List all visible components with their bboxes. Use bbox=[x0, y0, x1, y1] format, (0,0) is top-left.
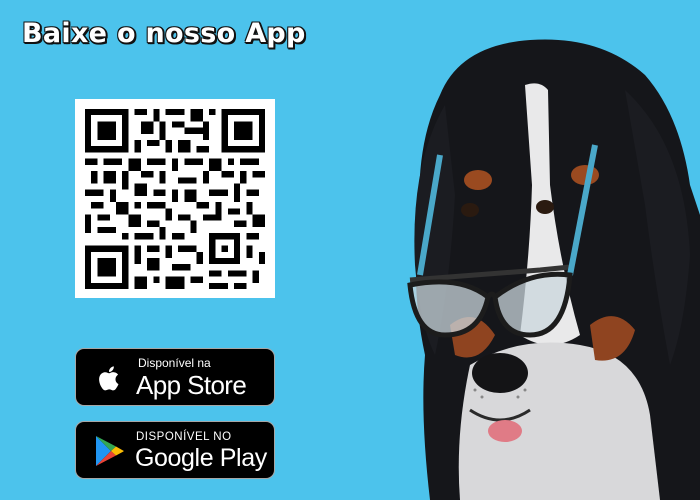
google-play-icon bbox=[96, 436, 124, 466]
google-play-button[interactable]: DISPONÍVEL NO Google Play bbox=[75, 421, 275, 479]
apple-icon bbox=[99, 366, 119, 391]
app-store-caption: Disponível na bbox=[138, 356, 211, 370]
app-store-label: App Store bbox=[136, 370, 247, 400]
google-play-label: Google Play bbox=[135, 444, 267, 472]
app-download-banner: Baixe o nosso App Disponível na App Stor… bbox=[0, 0, 700, 500]
app-store-button[interactable]: Disponível na App Store bbox=[75, 348, 275, 406]
dog-with-glasses-image bbox=[407, 39, 700, 500]
qr-code bbox=[75, 99, 275, 298]
page-title: Baixe o nosso App bbox=[22, 18, 306, 49]
qr-code-icon bbox=[85, 109, 265, 289]
